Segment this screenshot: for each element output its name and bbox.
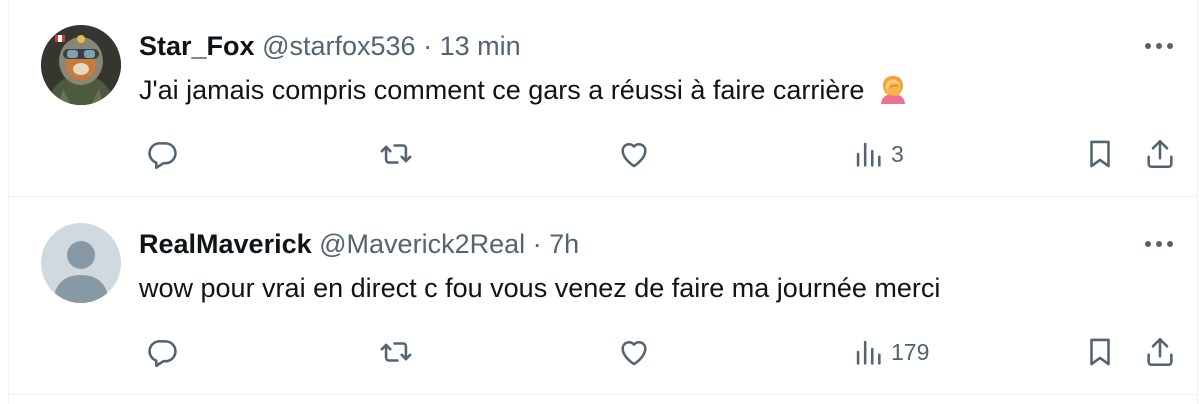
tweet-header: RealMaverick @Maverick2Real · 7h: [139, 227, 579, 261]
user-handle[interactable]: @Maverick2Real: [319, 229, 525, 259]
bookmark-button[interactable]: [1083, 132, 1117, 176]
share-icon: [1147, 139, 1173, 169]
like-button[interactable]: [617, 330, 651, 374]
views-button[interactable]: 3: [851, 132, 904, 176]
reply-icon: [148, 340, 177, 368]
like-icon: [621, 142, 647, 168]
timeline: Star_Fox @starfox536 · 13 min J'ai jamai…: [8, 0, 1198, 404]
reply-button[interactable]: [145, 330, 179, 374]
space-pilot-avatar-image: [41, 25, 121, 105]
timestamp[interactable]: 7h: [549, 229, 579, 259]
like-button[interactable]: [617, 132, 651, 176]
user-handle[interactable]: @starfox536: [262, 31, 415, 61]
retweet-icon: [380, 144, 412, 164]
reply-button[interactable]: [145, 132, 179, 176]
reply-icon: [148, 142, 177, 170]
default-avatar-image: [41, 223, 121, 303]
avatar[interactable]: [41, 223, 121, 303]
views-icon: [856, 142, 881, 167]
tweet-text-content: J'ai jamais compris comment ce gars a ré…: [139, 75, 865, 105]
retweet-icon: [380, 342, 412, 362]
retweet-button[interactable]: [379, 132, 413, 176]
bookmark-icon: [1090, 338, 1110, 366]
display-name[interactable]: Star_Fox: [139, 31, 255, 61]
views-button[interactable]: 179: [851, 330, 929, 374]
views-icon: [856, 340, 881, 365]
separator-dot: ·: [532, 229, 542, 259]
tweet-text-content: wow pour vrai en direct c fou vous venez…: [139, 273, 941, 303]
display-name[interactable]: RealMaverick: [139, 229, 312, 259]
timestamp[interactable]: 13 min: [440, 31, 521, 61]
share-icon: [1147, 337, 1173, 367]
like-icon: [621, 340, 647, 366]
tweet-actions: 3: [135, 132, 1189, 176]
tweet-header: Star_Fox @starfox536 · 13 min: [139, 29, 521, 63]
view-count: 179: [891, 338, 930, 365]
view-count: 3: [891, 140, 904, 167]
more-icon: [1145, 241, 1173, 247]
more-options-button[interactable]: [1141, 227, 1177, 261]
retweet-button[interactable]: [379, 330, 413, 374]
tweet[interactable]: Star_Fox @starfox536 · 13 min J'ai jamai…: [9, 0, 1197, 197]
more-options-button[interactable]: [1141, 29, 1177, 63]
share-button[interactable]: [1143, 330, 1177, 374]
bookmark-icon: [1090, 140, 1110, 168]
share-button[interactable]: [1143, 132, 1177, 176]
separator-dot: ·: [423, 31, 433, 61]
avatar[interactable]: [41, 25, 121, 105]
tweet-actions: 179: [135, 330, 1189, 374]
tweet-text: J'ai jamais compris comment ce gars a ré…: [139, 71, 908, 114]
tweet-text: wow pour vrai en direct c fou vous venez…: [139, 269, 940, 307]
person-facepalming-emoji: [878, 74, 908, 114]
tweet[interactable]: RealMaverick @Maverick2Real · 7h wow pou…: [9, 198, 1197, 395]
more-icon: [1145, 43, 1173, 49]
bookmark-button[interactable]: [1083, 330, 1117, 374]
